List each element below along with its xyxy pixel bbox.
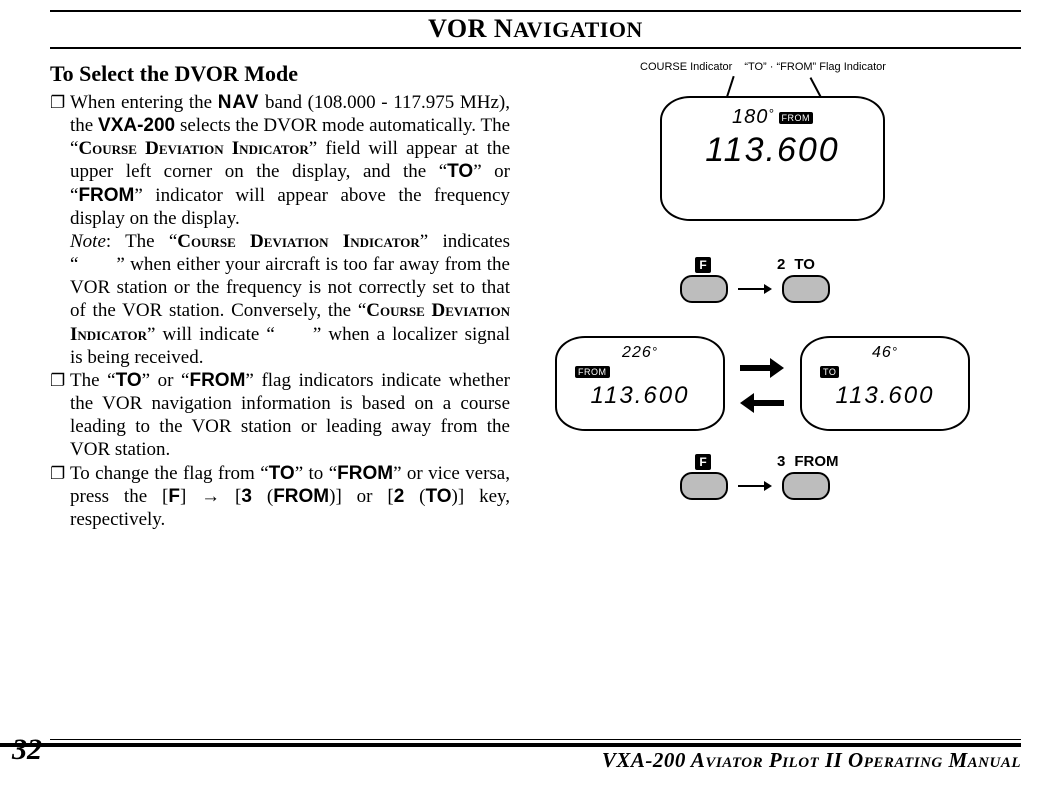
key-label-from: FROM (794, 453, 838, 470)
footer-manual-title: VXA-200 Aviator Pilot II Operating Manua… (602, 748, 1021, 773)
term-from: FROM (273, 486, 329, 507)
degree-icon: ° (768, 106, 774, 121)
deg-value: 226 (622, 344, 652, 361)
arrow-right-icon (740, 361, 784, 375)
key-f: F (168, 486, 180, 507)
text: To change the flag from “ (70, 463, 269, 484)
callout-course: COURSE Indicator (640, 61, 732, 73)
lcd-display-to: 46° TO 113.600 (800, 336, 970, 431)
key-row-2 (680, 472, 830, 500)
term-cdi: Course Deviation Indicator (78, 138, 308, 159)
note-label: Note (70, 231, 106, 252)
callout-flag: “TO” · “FROM” Flag Indicator (744, 61, 886, 73)
key-2: 2 (394, 486, 405, 507)
list-item: ❐ To change the flag from “TO” to “FROM”… (50, 462, 510, 532)
model: VXA-200 (98, 115, 175, 136)
text: ” indicator will appear above the freque… (70, 185, 510, 229)
key-3: 3 (241, 486, 252, 507)
deg-value: 46 (872, 344, 892, 361)
term-to: TO (426, 486, 452, 507)
bullet-icon: ❐ (50, 91, 70, 113)
body-text-column: To Select the DVOR Mode ❐ When entering … (50, 61, 510, 541)
degree-icon: ° (892, 344, 898, 359)
figure-callouts: COURSE Indicator “TO” · “FROM” Flag Indi… (640, 61, 990, 73)
term-to: TO (269, 463, 295, 484)
bullet-icon: ❐ (50, 369, 70, 391)
frequency-readout: 113.600 (705, 131, 839, 170)
key-number-3: 3 (777, 453, 785, 470)
key-button (782, 472, 830, 500)
list-item: ❐ When entering the NAV band (108.000 - … (50, 91, 510, 369)
frequency-readout: 113.600 (591, 382, 690, 410)
flag-wrap: TO (820, 362, 839, 380)
arrow-right-icon (738, 481, 772, 491)
term-from: FROM (78, 185, 134, 206)
term-to: TO (447, 161, 473, 182)
term-from: FROM (337, 463, 393, 484)
term-to: TO (116, 370, 142, 391)
key-button (680, 472, 728, 500)
key-label-row-2: F 3 FROM (695, 453, 839, 470)
footer-rule-thin (50, 739, 1021, 740)
text: : The “ (106, 231, 177, 252)
flag-from: FROM (779, 112, 814, 124)
arrow-right-icon (738, 284, 772, 294)
lcd-display-from: 226° FROM 113.600 (555, 336, 725, 431)
f-key-badge: F (695, 454, 711, 470)
nav-band: NAV (218, 92, 260, 113)
key-number-2: 2 (777, 256, 785, 273)
title-main: VOR N (428, 14, 513, 43)
text: ” or “ (142, 370, 190, 391)
subheading: To Select the DVOR Mode (50, 61, 510, 88)
arrow-left-icon (740, 396, 784, 410)
text: The “ (70, 370, 116, 391)
deg-value: 180 (732, 106, 768, 128)
text: ( (252, 486, 273, 507)
footer-bar: VXA-200 Aviator Pilot II Operating Manua… (0, 743, 1021, 773)
text: )] or [ (329, 486, 394, 507)
lcd-display-main: 180° FROM 113.600 (660, 96, 885, 221)
degree-readout: 46° (872, 344, 898, 362)
degree-readout: 180° (732, 106, 775, 129)
key-button (680, 275, 728, 303)
flag-wrap: FROM (575, 362, 610, 380)
text: When entering the (70, 92, 218, 113)
title-sc: AVIGATION (513, 17, 643, 42)
term-cdi: Course Deviation Indicator (177, 231, 419, 252)
term-from: FROM (189, 370, 245, 391)
key-label-to: TO (794, 256, 815, 273)
frequency-readout: 113.600 (836, 382, 935, 410)
degree-readout: 226° (622, 344, 658, 362)
section-title: VOR NAVIGATION (50, 10, 1021, 49)
key-label-row-1: F 2 TO (695, 256, 815, 273)
text: ( (404, 486, 425, 507)
list-item: ❐ The “TO” or “FROM” flag indicators ind… (50, 369, 510, 462)
flag-from: FROM (575, 366, 610, 378)
degree-icon: ° (652, 344, 658, 359)
text: ” to “ (295, 463, 337, 484)
key-row-1 (680, 275, 830, 303)
text: ] → [ (180, 486, 241, 507)
f-key-badge: F (695, 257, 711, 273)
figure-column: COURSE Indicator “TO” · “FROM” Flag Indi… (540, 61, 1021, 541)
bullet-icon: ❐ (50, 462, 70, 484)
flag-to: TO (820, 366, 839, 378)
key-button (782, 275, 830, 303)
